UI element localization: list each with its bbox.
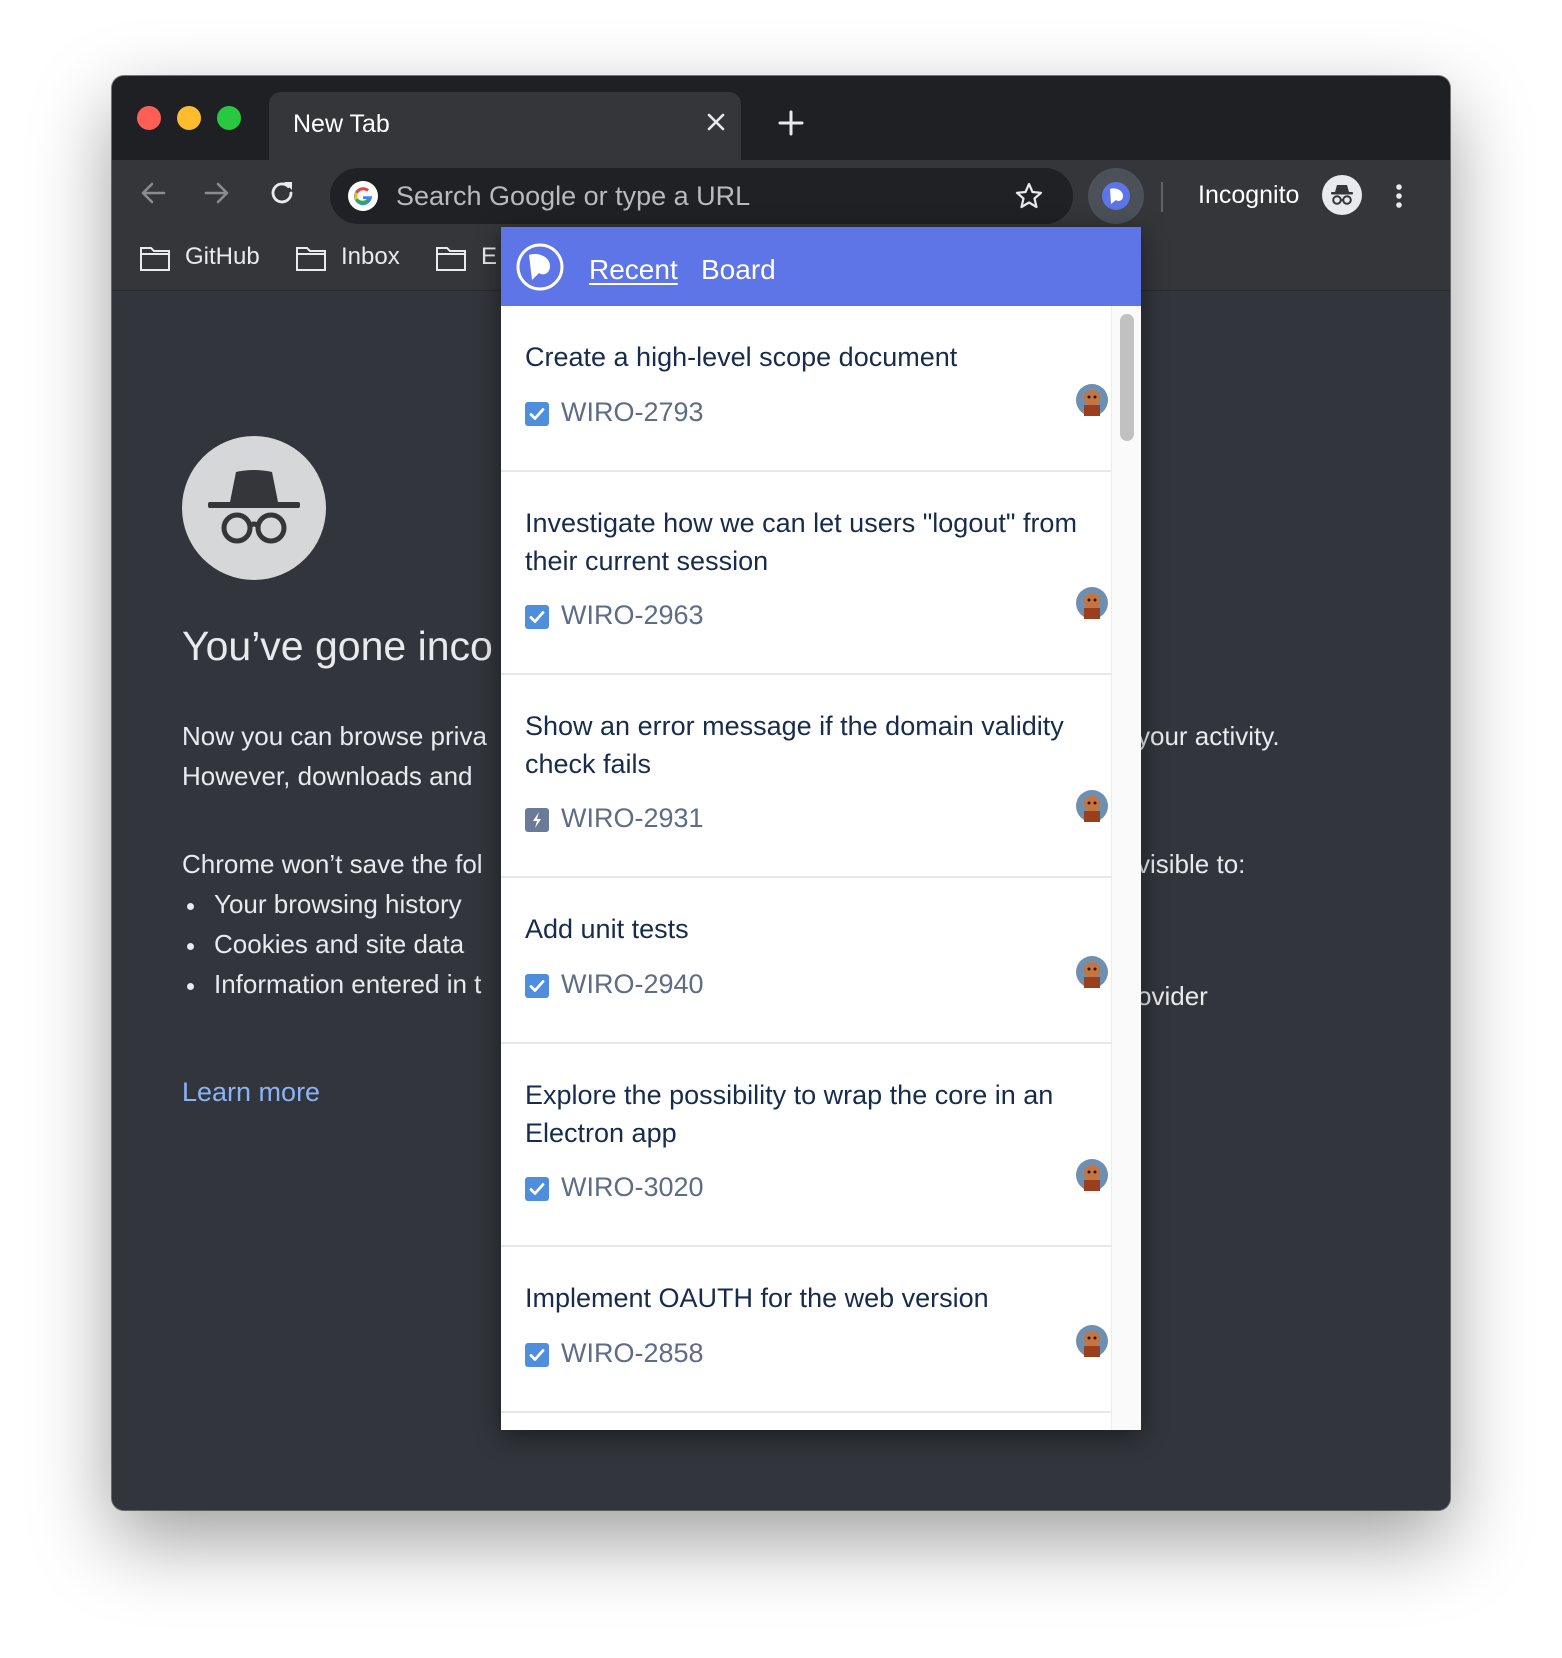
list-item: Information entered in t [182,969,481,1009]
issue-item[interactable]: Show an error message if the domain vali… [501,675,1111,878]
scrollbar-thumb[interactable] [1120,314,1134,441]
avatar-icon [1076,790,1108,822]
not-saved-list: Your browsing history Cookies and site d… [182,889,481,1009]
issue-title: Investigate how we can let users "logout… [525,508,1077,576]
issue-meta: WIRO-2940 [525,956,1108,1004]
avatar-icon [1076,1325,1108,1357]
list-item-end: ovider [1137,981,1208,1011]
issue-item[interactable]: Explore the possibility to wrap the core… [501,1044,1111,1247]
close-icon[interactable] [704,110,728,134]
close-window-button[interactable] [137,106,161,130]
tab-strip: New Tab [112,76,1450,160]
subtask-icon [525,808,549,832]
issue-key: WIRO-3020 [561,1172,704,1202]
checkbox-icon [525,1343,549,1367]
reload-icon[interactable] [267,178,297,208]
issue-key: WIRO-2940 [561,969,704,999]
save-text: Chrome won’t save the fol [182,849,483,879]
issue-title: Add unit tests [525,914,689,944]
omnibox[interactable]: Search Google or type a URL [330,168,1073,224]
issue-title: Explore the possibility to wrap the core… [525,1080,1054,1148]
list-item: Cookies and site data [182,929,481,969]
tab-title: New Tab [293,110,390,138]
learn-more-link[interactable]: Learn more [182,1077,320,1108]
issue-key: WIRO-2793 [561,397,704,427]
issue-item[interactable]: Add unit tests WIRO-2940 [501,878,1111,1044]
extension-button[interactable] [1088,168,1144,224]
avatar-icon [1076,587,1108,619]
extension-popup: Recent Board Create a high-level scope d… [501,227,1141,1430]
intro-text-line1: Now you can browse priva [182,721,487,751]
list-item: Your browsing history [182,889,481,929]
issue-title: Create a high-level scope document [525,342,958,372]
issue-key: WIRO-2931 [561,803,704,833]
issue-key: WIRO-2963 [561,600,704,630]
scrollbar[interactable] [1111,306,1141,1430]
issue-meta: WIRO-2963 [525,587,1108,635]
tab-new-tab[interactable]: New Tab [269,92,741,160]
minimize-window-button[interactable] [177,106,201,130]
folder-icon [436,247,466,271]
issue-item[interactable]: Implement OAUTH for the web version WIRO… [501,1247,1111,1413]
bookmark-label: GitHub [185,243,260,270]
extension-logo-icon [516,243,564,291]
issue-meta: WIRO-2793 [525,384,1108,432]
issue-title: Implement OAUTH for the web version [525,1283,989,1313]
avatar-icon [1076,384,1108,416]
forward-arrow-icon[interactable] [202,178,232,208]
omnibox-placeholder: Search Google or type a URL [396,181,751,211]
issue-item[interactable]: Investigate how we can let users "logout… [501,472,1111,675]
toolbar-separator [1161,182,1163,212]
zoom-window-button[interactable] [217,106,241,130]
star-icon[interactable] [1014,181,1044,211]
google-g-icon [348,181,378,211]
issue-list: Create a high-level scope document WIRO-… [501,306,1111,1430]
plus-icon[interactable] [776,108,806,138]
back-arrow-icon[interactable] [138,178,168,208]
issue-meta: WIRO-3020 [525,1159,1108,1207]
checkbox-icon [525,402,549,426]
profile-label[interactable]: Incognito [1198,181,1299,210]
issue-title: Show an error message if the domain vali… [525,711,1064,779]
issue-meta: WIRO-2858 [525,1325,1108,1373]
incognito-icon [182,436,326,580]
incognito-icon[interactable] [1322,175,1362,215]
intro-text-line1-end: your activity. [1137,721,1280,751]
intro-text-line2: However, downloads and [182,761,473,791]
avatar-icon [1076,1159,1108,1191]
folder-icon [140,247,170,271]
bookmark-label: Inbox [341,243,400,270]
page-headline: You’ve gone inco [182,623,493,669]
issue-key: WIRO-2858 [561,1338,704,1368]
visible-to-text: visible to: [1137,849,1246,879]
popup-header: Recent Board [501,227,1141,306]
extension-logo-icon [1102,182,1130,210]
issue-meta: WIRO-2931 [525,790,1108,838]
checkbox-icon [525,1177,549,1201]
tab-board[interactable]: Board [701,254,776,286]
folder-icon [296,247,326,271]
checkbox-icon [525,605,549,629]
toolbar: Search Google or type a URL Incognito [112,160,1450,226]
vertical-dots-icon[interactable] [1384,181,1414,211]
issue-item[interactable]: Create a high-level scope document WIRO-… [501,306,1111,472]
bookmark-label: E [481,243,498,270]
avatar-icon [1076,956,1108,988]
checkbox-icon [525,974,549,998]
tab-recent[interactable]: Recent [589,254,678,286]
